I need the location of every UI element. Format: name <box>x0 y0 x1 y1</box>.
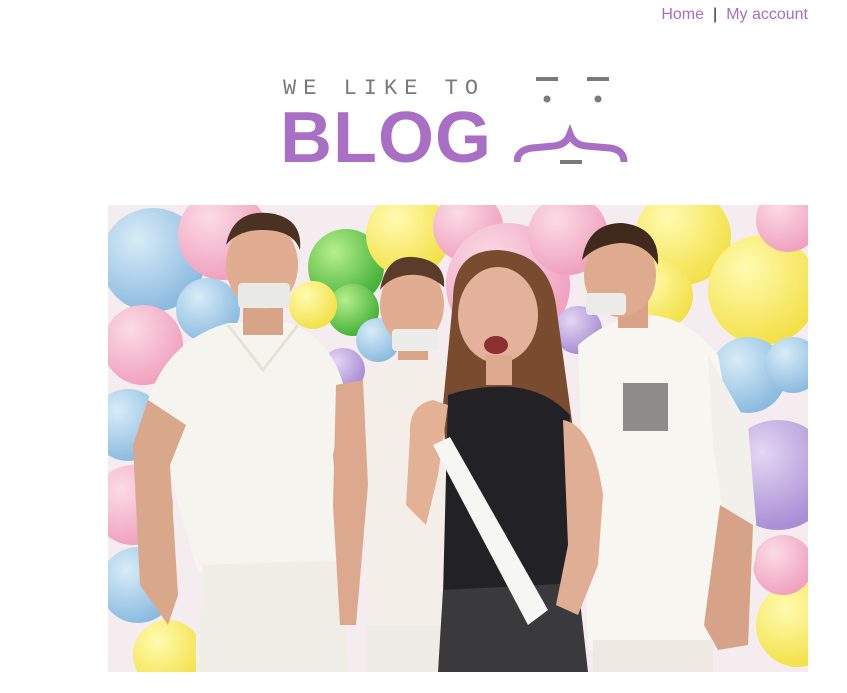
my-account-link[interactable]: My account <box>726 6 808 23</box>
face-emoticon-icon <box>514 77 628 164</box>
nav-separator: | <box>713 6 718 23</box>
hero-photo-illustration <box>108 205 808 672</box>
top-nav: Home | My account <box>661 6 808 24</box>
site-logo[interactable]: WE LIKE TO BLOG <box>280 72 640 178</box>
logo-wordmark: BLOG <box>280 98 492 178</box>
home-link[interactable]: Home <box>661 6 704 23</box>
hero-photo <box>108 205 808 672</box>
